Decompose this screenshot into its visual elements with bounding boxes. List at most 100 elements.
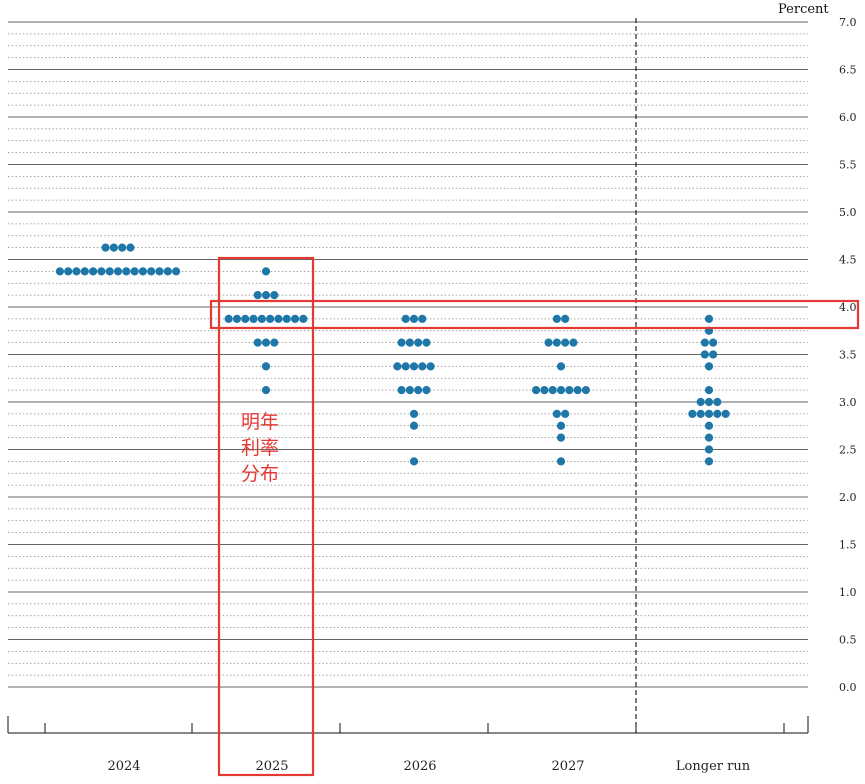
- participant-dot: [704, 421, 714, 430]
- participant-dot: [704, 386, 714, 395]
- y-tick-label: 6.0: [839, 111, 857, 124]
- participant-dot: [270, 291, 279, 300]
- participant-dot: [696, 409, 705, 418]
- participant-dot: [290, 314, 300, 323]
- participant-dot: [64, 267, 73, 276]
- participant-dot: [401, 314, 410, 323]
- participant-dot: [418, 362, 427, 371]
- participant-dot: [241, 314, 250, 323]
- x-category-label: Longer run: [676, 759, 751, 774]
- participant-dot: [126, 243, 135, 252]
- participant-dot: [130, 267, 139, 276]
- column-highlight-box: [217, 256, 315, 777]
- participant-dot: [721, 409, 730, 418]
- participant-dot: [155, 267, 164, 276]
- participant-dot: [426, 362, 435, 371]
- x-category-label: 2024: [107, 759, 140, 774]
- participant-dot: [704, 397, 714, 407]
- participant-dot: [704, 362, 714, 371]
- participant-dot: [581, 386, 591, 395]
- participant-dot: [261, 267, 271, 276]
- x-category-label: 2025: [255, 759, 288, 774]
- participant-dot: [97, 267, 106, 276]
- participant-dot: [409, 421, 419, 430]
- participant-dot: [253, 291, 262, 300]
- annotation-label-line: 利率: [241, 437, 279, 459]
- participant-dot: [565, 386, 574, 395]
- participant-dot: [548, 386, 557, 395]
- participant-dot: [409, 314, 419, 323]
- y-axis-unit-label: Percent: [778, 2, 829, 17]
- participant-dot: [274, 314, 283, 323]
- participant-dot: [401, 362, 410, 371]
- participant-dot: [561, 338, 570, 347]
- axes: 0.0 0.5 1.0 1.5 2.0 2.5 3.0 3.5 4.0 4.5 5.0 5.5 6.0 6…: [7, 16, 857, 774]
- y-tick-label: 4.0: [839, 301, 857, 314]
- participant-dot: [232, 314, 242, 323]
- participant-dot: [261, 291, 271, 300]
- participant-dot: [418, 314, 427, 323]
- y-tick-label: 0.0: [839, 681, 857, 694]
- participant-dot: [397, 338, 406, 347]
- participant-dot: [138, 267, 147, 276]
- participant-dot: [422, 338, 431, 347]
- participant-dot: [552, 338, 561, 347]
- participant-dot: [540, 386, 549, 395]
- participant-dot: [105, 267, 114, 276]
- participant-dot: [89, 267, 98, 276]
- y-tick-label: 2.0: [839, 491, 857, 504]
- participant-dot: [249, 314, 258, 323]
- y-tick-label: 3.0: [839, 396, 857, 409]
- annotation-label-line: 明年: [241, 411, 279, 433]
- participant-dot: [163, 267, 172, 276]
- participant-dot: [696, 397, 705, 407]
- participant-dot: [282, 314, 291, 323]
- participant-dot: [405, 386, 414, 395]
- participant-dot: [393, 362, 402, 371]
- participant-dot: [172, 267, 181, 276]
- participant-dot: [704, 457, 714, 466]
- participant-dot: [700, 338, 709, 347]
- participant-dot: [266, 314, 275, 323]
- participant-dot: [409, 457, 419, 466]
- participant-dot: [556, 421, 566, 430]
- dot-plot-chart: 0.0 0.5 1.0 1.5 2.0 2.5 3.0 3.5 4.0 4.5 5.0 5.5 6.0 6…: [7, 2, 860, 777]
- participant-dot: [573, 386, 582, 395]
- participant-dot: [270, 338, 279, 347]
- participant-dot: [118, 243, 127, 252]
- participant-dot: [55, 267, 64, 276]
- row-highlight-box: [209, 299, 860, 330]
- participant-dot: [80, 267, 89, 276]
- participant-dot: [261, 362, 271, 371]
- participant-dot: [556, 362, 566, 371]
- participant-dot: [704, 433, 714, 442]
- participant-dot: [713, 397, 722, 407]
- participant-dot: [72, 267, 81, 276]
- participant-dot: [688, 409, 697, 418]
- participant-dot: [556, 457, 566, 466]
- y-tick-label: 6.5: [839, 64, 857, 77]
- x-category-label: 2026: [403, 759, 436, 774]
- y-tick-label: 1.0: [839, 586, 857, 599]
- annotation-label-line: 分布: [241, 463, 279, 485]
- participant-dot: [409, 409, 419, 418]
- y-tick-label: 5.5: [839, 159, 857, 172]
- participant-dot: [700, 350, 709, 359]
- participant-dot: [397, 386, 406, 395]
- participant-dot: [299, 314, 308, 323]
- grid-lines: [8, 21, 808, 688]
- y-tick-label: 5.0: [839, 206, 857, 219]
- participant-dot: [709, 338, 718, 347]
- participant-dot: [109, 243, 118, 252]
- participant-dot: [257, 314, 266, 323]
- y-tick-label: 3.5: [839, 349, 857, 362]
- participant-dot: [261, 338, 271, 347]
- participant-dot: [556, 386, 566, 395]
- y-tick-label: 2.5: [839, 444, 857, 457]
- participant-dot: [569, 338, 578, 347]
- participant-dot: [253, 338, 262, 347]
- participant-dot: [544, 338, 553, 347]
- participant-dot: [552, 314, 561, 323]
- participant-dot: [532, 386, 541, 395]
- participant-dot: [113, 267, 123, 276]
